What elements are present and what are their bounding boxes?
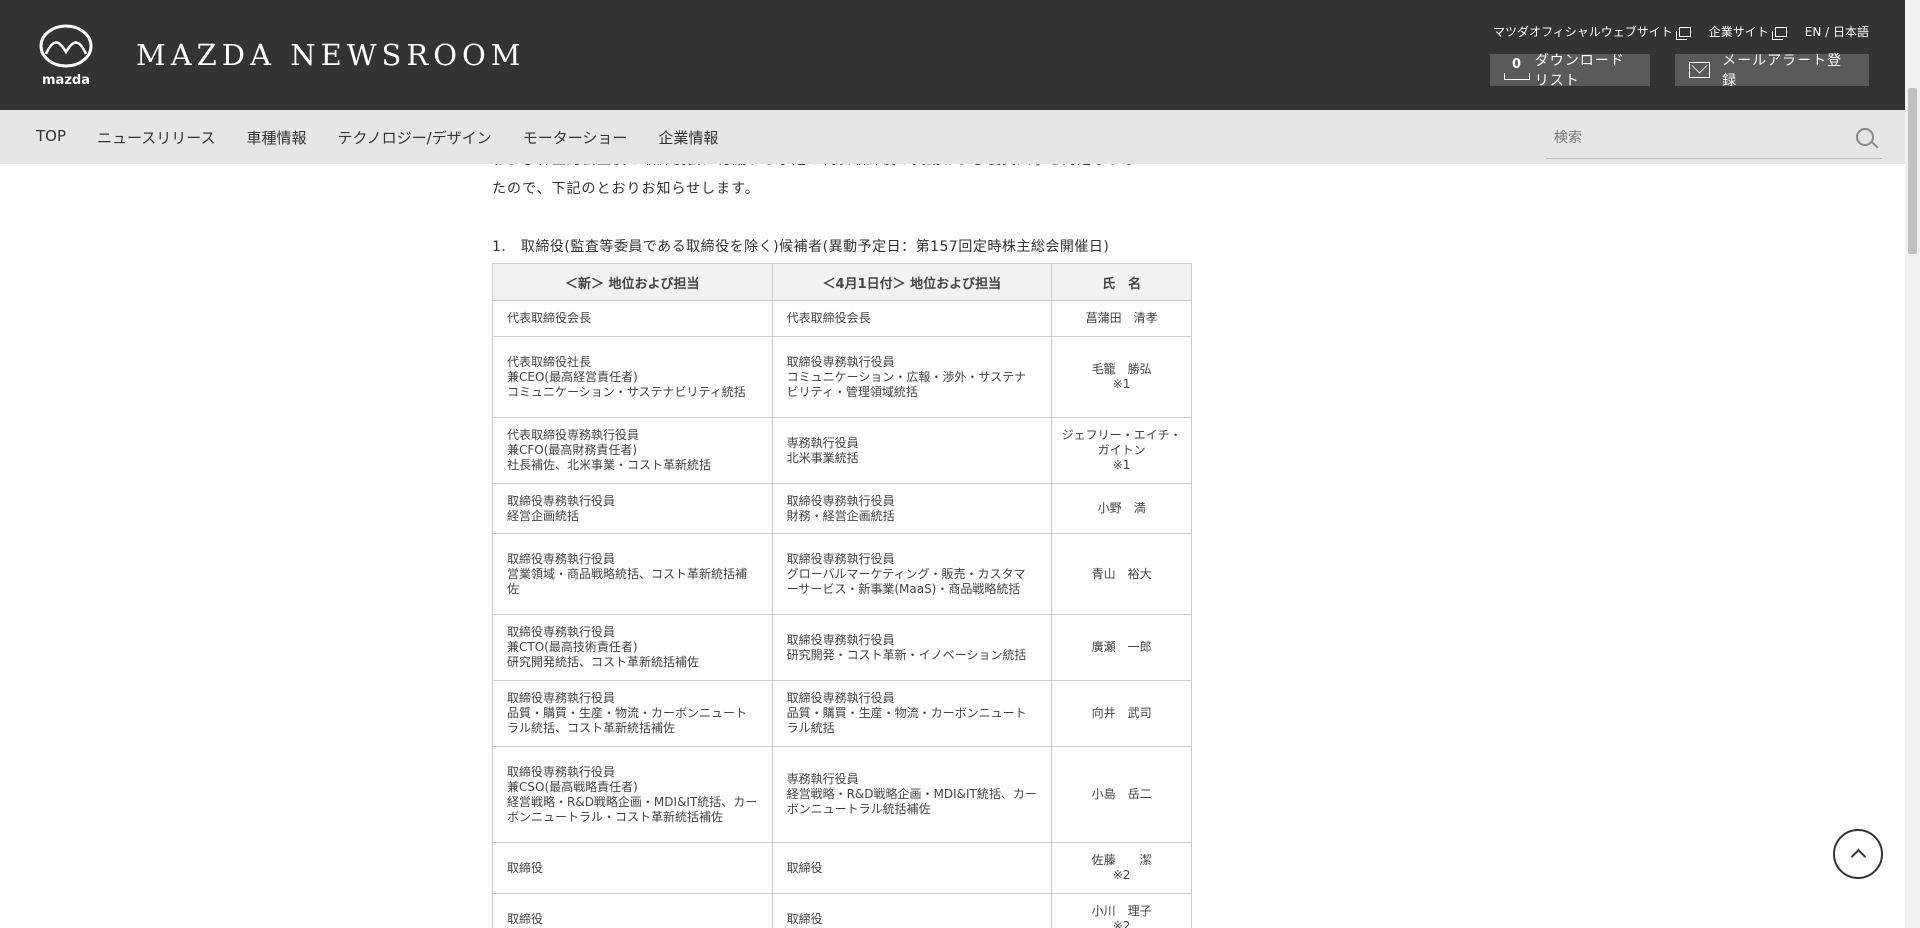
search-box [1546, 120, 1882, 159]
column-header: ＜新＞ 地位および担当 [492, 263, 773, 301]
table-row: 取締役専務執行役員 営業領域・商品戦略統括、コスト革新統括補佐 取締役専務執行役… [492, 533, 1192, 615]
new-position-cell: 取締役専務執行役員 営業領域・商品戦略統括、コスト革新統括補佐 [492, 533, 773, 615]
svg-text:mazda: mazda [42, 73, 90, 86]
name-cell: 廣瀬 一郎 [1051, 614, 1192, 681]
new-position-cell: 取締役 [492, 893, 773, 928]
section-heading: 1. 取締役(監査等委員である取締役を除く)候補者(異動予定日：第157回定時株… [492, 239, 1110, 255]
name-cell: 青山 裕大 [1051, 533, 1192, 615]
old-position-cell: 取締役専務執行役員 コミュニケーション・広報・渉外・サステナビリティ・管理領域統… [771, 336, 1053, 418]
new-position-cell: 取締役専務執行役員 品質・購買・生産・物流・カーボンニュートラル統括、コスト革新… [492, 680, 773, 747]
mazda-logo[interactable]: mazda [30, 22, 102, 86]
old-position-cell: 取締役専務執行役員 グローバルマーケティング・販売・カスタマーサービス・新事業(… [771, 533, 1053, 615]
name-cell: 菖蒲田 清孝 [1051, 300, 1192, 337]
nav-item-top[interactable]: TOP [36, 127, 66, 148]
new-position-cell: 取締役専務執行役員 兼CTO(最高技術責任者) 研究開発統括、コスト革新統括補佐 [492, 614, 773, 681]
old-position-cell: 取締役専務執行役員 品質・購買・生産・物流・カーボンニュートラル統括 [771, 680, 1053, 747]
new-position-cell: 取締役専務執行役員 兼CSO(最高戦略責任者) 経営戦略・R&D戦略企画・MDI… [492, 746, 773, 843]
external-window-icon [1675, 26, 1691, 40]
old-position-cell: 専務執行役員 経営戦略・R&D戦略企画・MDI&IT統括、カーボンニュートラル統… [771, 746, 1053, 843]
download-count: 0 [1512, 57, 1523, 72]
table-row: 取締役専務執行役員 兼CTO(最高技術責任者) 研究開発統括、コスト革新統括補佐… [492, 614, 1192, 681]
old-position-cell: 取締役 [771, 893, 1053, 928]
table-row: 代表取締役社長 兼CEO(最高経営責任者) コミュニケーション・サステナビリティ… [492, 336, 1192, 418]
table-row: 取締役専務執行役員 品質・購買・生産・物流・カーボンニュートラル統括、コスト革新… [492, 680, 1192, 747]
old-position-cell: 取締役専務執行役員 財務・経営企画統括 [771, 483, 1053, 534]
download-list-button[interactable]: 0 ダウンロードリスト [1490, 53, 1650, 89]
name-cell: 向井 武司 [1051, 680, 1192, 747]
new-position-cell: 代表取締役社長 兼CEO(最高経営責任者) コミュニケーション・サステナビリティ… [492, 336, 773, 418]
external-window-icon [1771, 26, 1787, 40]
table-row: 代表取締役会長 代表取締役会長 菖蒲田 清孝 [492, 300, 1192, 337]
name-cell: 小川 理子 ※2 [1051, 893, 1192, 928]
scrollbar-thumb[interactable] [1908, 88, 1917, 254]
nav-item-technology-design[interactable]: テクノロジー/デザイン [338, 127, 492, 148]
corporate-site-link[interactable]: 企業サイト [1709, 23, 1787, 40]
table-row: 取締役専務執行役員 兼CSO(最高戦略責任者) 経営戦略・R&D戦略企画・MDI… [492, 746, 1192, 843]
brand-title[interactable]: MAZDA NEWSROOM [136, 38, 526, 72]
search-icon[interactable] [1856, 128, 1874, 146]
table-row: 取締役専務執行役員 経営企画統括 取締役専務執行役員 財務・経営企画統括 小野 … [492, 483, 1192, 534]
nav-item-news-release[interactable]: ニュースリリース [97, 127, 216, 148]
old-position-cell: 専務執行役員 北米事業統括 [771, 417, 1053, 484]
table-header-row: ＜新＞ 地位および担当 ＜4月1日付＞ 地位および担当 氏 名 [492, 263, 1192, 301]
mail-alert-button[interactable]: メールアラート登録 [1675, 53, 1869, 89]
top-links: マツダオフィシャルウェブサイト 企業サイト EN / 日本語 [1493, 23, 1869, 40]
name-cell: ジェフリー・エイチ・ガイトン ※1 [1051, 417, 1192, 484]
old-position-cell: 取締役専務執行役員 研究開発・コスト革新・イノベーション統括 [771, 614, 1053, 681]
new-position-cell: 取締役専務執行役員 経営企画統括 [492, 483, 773, 534]
table-row: 取締役 取締役 小川 理子 ※2 [492, 893, 1192, 928]
old-position-cell: 代表取締役会長 [771, 300, 1053, 337]
page-scrollbar[interactable] [1905, 0, 1920, 928]
nav-item-corporate[interactable]: 企業情報 [658, 127, 718, 148]
name-cell: 小野 満 [1051, 483, 1192, 534]
article-paragraph: および株主総会直後の取締役会に付議する予定の代表取締役の異動および役員人事を内定… [492, 164, 1136, 197]
nav-item-motor-show[interactable]: モーターショー [523, 127, 628, 148]
name-cell: 小島 岳二 [1051, 746, 1192, 843]
name-cell: 毛籠 勝弘 ※1 [1051, 336, 1192, 418]
name-cell: 佐藤 潔 ※2 [1051, 842, 1192, 894]
search-input[interactable] [1546, 120, 1836, 156]
table-row: 代表取締役専務執行役員 兼CFO(最高財務責任者) 社長補佐、北米事業・コスト革… [492, 417, 1192, 484]
official-site-link[interactable]: マツダオフィシャルウェブサイト [1493, 23, 1691, 40]
nav-item-vehicles[interactable]: 車種情報 [247, 127, 307, 148]
new-position-cell: 代表取締役会長 [492, 300, 773, 337]
download-tray-icon: 0 [1504, 57, 1530, 80]
language-switch[interactable]: EN / 日本語 [1805, 23, 1869, 40]
back-to-top-button[interactable] [1833, 829, 1883, 879]
new-position-cell: 代表取締役専務執行役員 兼CFO(最高財務責任者) 社長補佐、北米事業・コスト革… [492, 417, 773, 484]
table-row: 取締役 取締役 佐藤 潔 ※2 [492, 842, 1192, 894]
article-content: および株主総会直後の取締役会に付議する予定の代表取締役の異動および役員人事を内定… [0, 164, 1905, 928]
column-header: ＜4月1日付＞ 地位および担当 [771, 263, 1053, 301]
executive-table: ＜新＞ 地位および担当 ＜4月1日付＞ 地位および担当 氏 名 代表取締役会長 … [492, 263, 1192, 928]
old-position-cell: 取締役 [771, 842, 1053, 894]
site-header: mazda MAZDA NEWSROOM マツダオフィシャルウェブサイト 企業サ… [0, 0, 1905, 110]
column-header: 氏 名 [1051, 263, 1192, 301]
mail-icon [1689, 62, 1711, 78]
new-position-cell: 取締役 [492, 842, 773, 894]
